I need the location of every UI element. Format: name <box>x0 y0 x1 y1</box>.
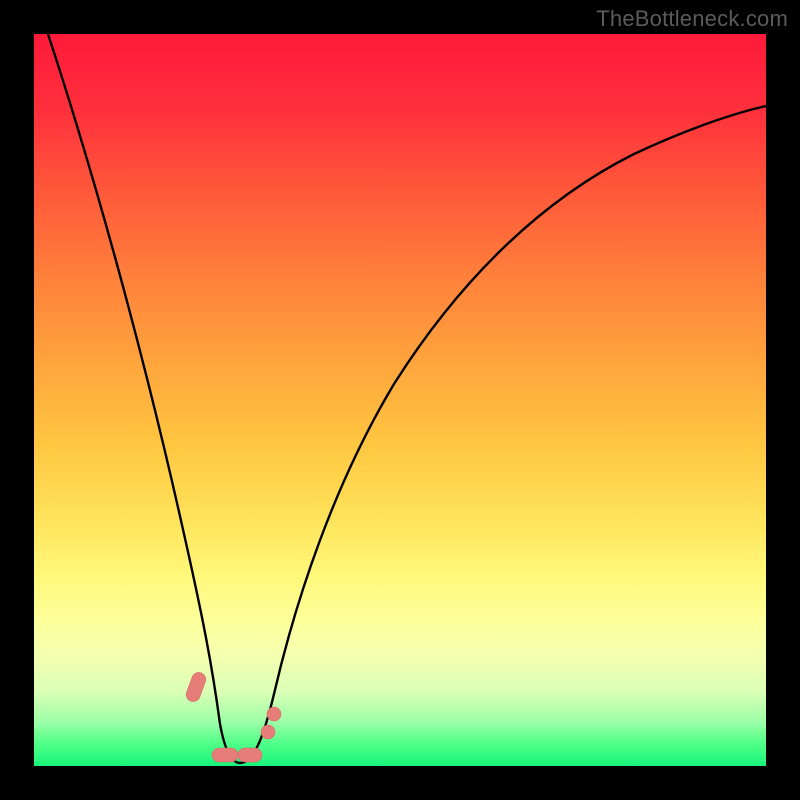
chart-frame: TheBottleneck.com <box>0 0 800 800</box>
curve-marker <box>184 671 207 704</box>
plot-area <box>34 34 766 766</box>
curve-marker <box>212 748 238 762</box>
curve-path <box>48 34 766 763</box>
bottleneck-curve <box>34 34 766 766</box>
curve-marker <box>238 748 262 762</box>
marker-group <box>184 671 281 762</box>
curve-marker <box>261 725 275 739</box>
watermark-text: TheBottleneck.com <box>596 6 788 32</box>
curve-marker <box>267 707 281 721</box>
